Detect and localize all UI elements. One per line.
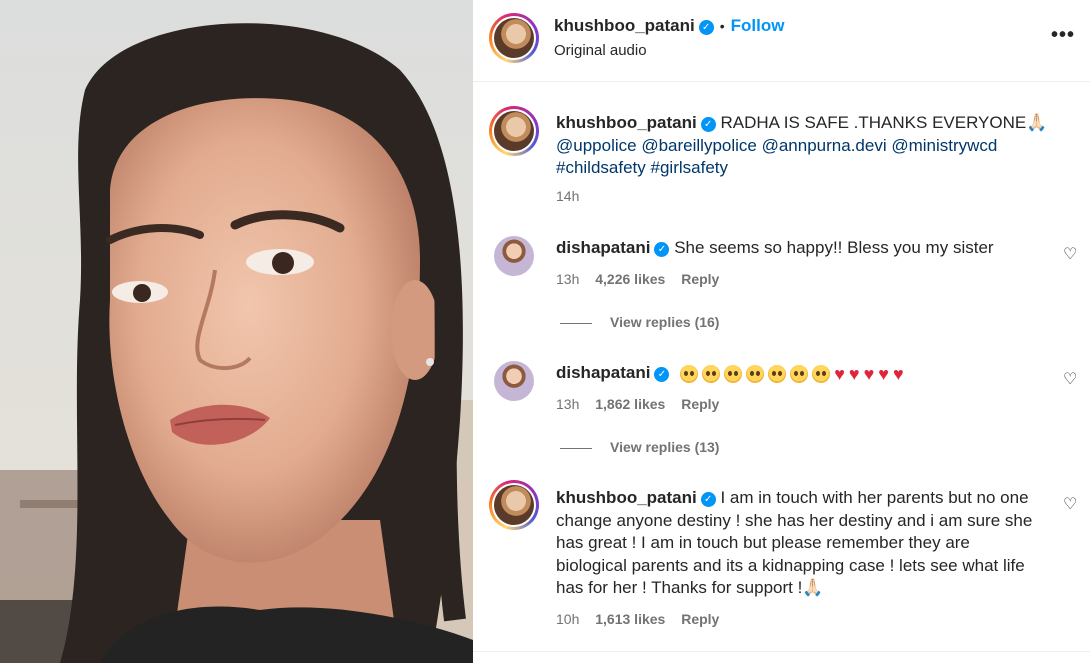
mention-link[interactable]: @bareillypolice xyxy=(641,136,757,155)
comment-likes[interactable]: 1,613 likes xyxy=(595,611,665,627)
comment-item: dishapatani ✓ She seems so happy!! Bless … xyxy=(556,237,994,260)
comment-emoji-row: ♥ ♥ ♥ ♥ ♥ xyxy=(680,363,904,384)
verified-badge-icon: ✓ xyxy=(654,367,670,382)
view-replies-button[interactable]: View replies (16) xyxy=(560,314,719,330)
separator-dot: • xyxy=(719,18,725,34)
praying-hands-emoji: 🙏🏻 xyxy=(802,578,824,597)
comment-item: dishapatani ✓ ♥ ♥ ♥ ♥ ♥ xyxy=(556,362,904,385)
original-audio-link[interactable]: Original audio xyxy=(554,42,647,59)
author-avatar[interactable] xyxy=(489,13,539,63)
post-header: khushboo_patani ✓ • Follow Original audio •… xyxy=(473,0,1090,82)
caption-text: RADHA IS SAFE .THANKS EVERYONE xyxy=(720,113,1027,132)
pleading-face-emoji xyxy=(724,364,743,383)
reply-button[interactable]: Reply xyxy=(681,611,719,627)
comment-meta: 13h 4,226 likes Reply xyxy=(556,271,719,287)
red-heart-emoji: ♥ xyxy=(834,363,845,384)
header-title-row: khushboo_patani ✓ • Follow xyxy=(554,16,784,36)
post-panel: khushboo_patani ✓ • Follow Original audio •… xyxy=(473,0,1090,663)
pleading-face-emoji xyxy=(812,364,831,383)
like-heart-icon[interactable]: ♡ xyxy=(1063,494,1077,514)
comment-meta: 13h 1,862 likes Reply xyxy=(556,396,719,412)
comment-likes[interactable]: 1,862 likes xyxy=(595,396,665,412)
replies-divider-line xyxy=(560,322,592,324)
panel-divider xyxy=(473,651,1090,652)
pleading-face-emoji xyxy=(746,364,765,383)
avatar-image xyxy=(494,111,534,151)
reply-button[interactable]: Reply xyxy=(681,271,719,287)
caption-time: 14h xyxy=(556,188,580,204)
comment-avatar[interactable] xyxy=(494,236,534,276)
avatar-image xyxy=(494,18,534,58)
comment-username[interactable]: dishapatani xyxy=(556,238,650,257)
pleading-face-emoji xyxy=(768,364,787,383)
pleading-face-emoji xyxy=(702,364,721,383)
caption-username[interactable]: khushboo_patani xyxy=(556,113,697,132)
view-replies-button[interactable]: View replies (13) xyxy=(560,439,719,455)
like-heart-icon[interactable]: ♡ xyxy=(1063,244,1077,264)
verified-badge-icon: ✓ xyxy=(654,242,670,257)
view-replies-label: View replies (16) xyxy=(610,314,720,330)
comment-time: 13h xyxy=(556,396,580,412)
verified-badge-icon: ✓ xyxy=(700,117,716,132)
replies-divider-line xyxy=(560,447,592,449)
mention-link[interactable]: @annpurna.devi xyxy=(762,136,887,155)
view-replies-label: View replies (13) xyxy=(610,439,720,455)
comment-text-line: has great ! I am in touch but please rem… xyxy=(556,533,970,552)
mention-link[interactable]: @uppolice xyxy=(556,136,637,155)
comment-time: 10h xyxy=(556,611,580,627)
reel-video[interactable] xyxy=(0,0,473,663)
praying-hands-emoji: 🙏🏻 xyxy=(1026,113,1048,132)
follow-button[interactable]: Follow xyxy=(731,16,785,35)
reply-button[interactable]: Reply xyxy=(681,396,719,412)
author-username[interactable]: khushboo_patani xyxy=(554,16,695,35)
comment-avatar[interactable] xyxy=(489,480,539,530)
caption-avatar[interactable] xyxy=(489,106,539,156)
comment-username[interactable]: khushboo_patani xyxy=(556,488,697,507)
caption: khushboo_patani ✓ RADHA IS SAFE .THANKS E… xyxy=(556,112,1066,180)
comment-meta: 10h 1,613 likes Reply xyxy=(556,611,719,627)
verified-badge-icon: ✓ xyxy=(698,20,714,35)
comment-text-line: has for her ! Thanks for support ! xyxy=(556,578,803,597)
comment-text-line: change anyone destiny ! she has her dest… xyxy=(556,510,1033,530)
comment-avatar[interactable] xyxy=(494,361,534,401)
caption-mentions: @uppolice @bareillypolice @annpurna.devi… xyxy=(556,135,1066,158)
comment-text-line: biological parents and its a kidnapping … xyxy=(556,555,1025,575)
red-heart-emoji: ♥ xyxy=(848,363,860,384)
comment-text-line: I am in touch with her parents but no on… xyxy=(720,488,1029,507)
like-heart-icon[interactable]: ♡ xyxy=(1063,369,1077,389)
verified-badge-icon: ✓ xyxy=(700,492,716,507)
video-frame xyxy=(0,0,473,663)
caption-hashtags: #childsafety #girlsafety xyxy=(556,157,1066,180)
comment-time: 13h xyxy=(556,271,580,287)
mention-link[interactable]: @ministrywcd xyxy=(891,136,997,155)
more-horizontal-icon[interactable]: ••• xyxy=(1051,24,1075,47)
comment-text: She seems so happy!! Bless you my sister xyxy=(674,238,994,257)
comment-likes[interactable]: 4,226 likes xyxy=(595,271,665,287)
avatar-image xyxy=(494,485,534,525)
pleading-face-emoji xyxy=(790,364,809,383)
comment-username[interactable]: dishapatani xyxy=(556,363,650,382)
hashtag-link[interactable]: #childsafety xyxy=(556,158,646,177)
red-heart-emoji: ♥ xyxy=(878,363,889,384)
red-heart-emoji: ♥ xyxy=(892,363,904,384)
comment-item: khushboo_patani ✓ I am in touch with her … xyxy=(556,487,1066,600)
pleading-face-emoji xyxy=(680,364,699,383)
hashtag-link[interactable]: #girlsafety xyxy=(651,158,728,177)
red-heart-emoji: ♥ xyxy=(863,363,875,384)
